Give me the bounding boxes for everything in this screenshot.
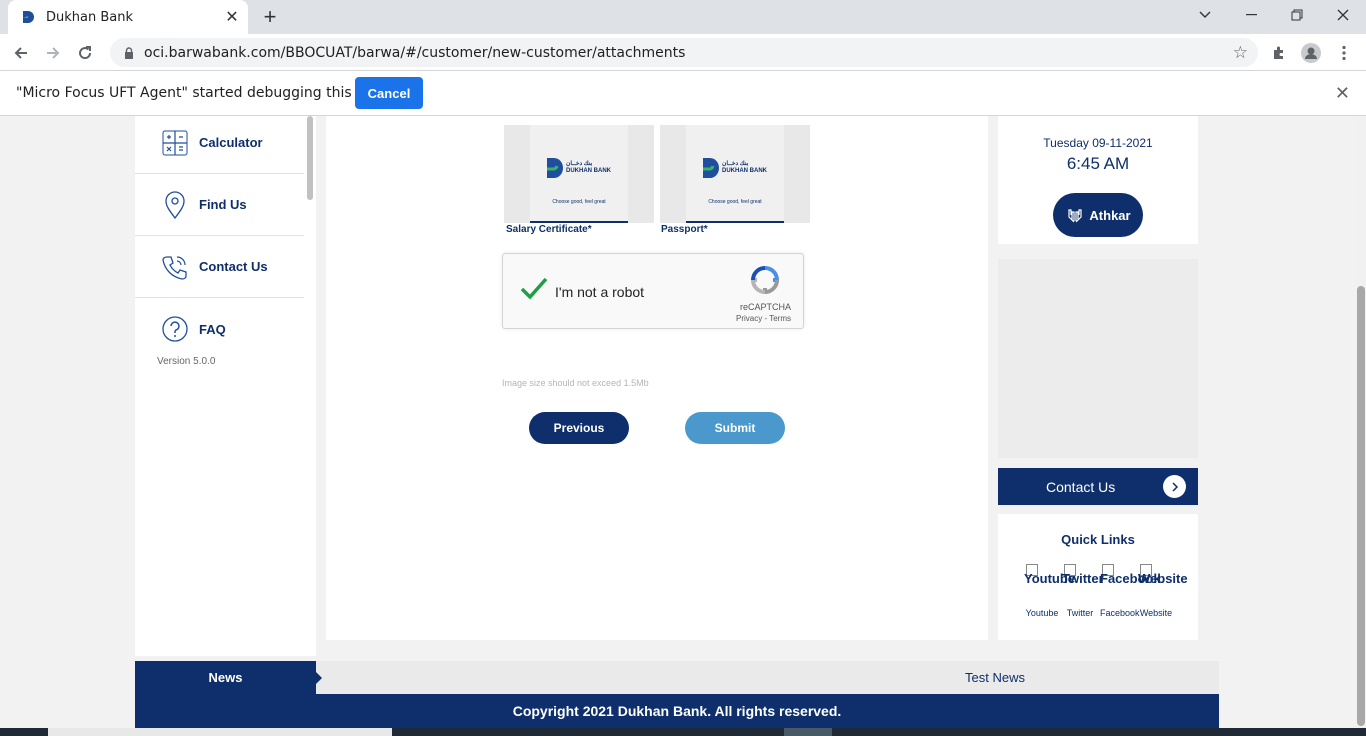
youtube-link[interactable]: Youtube Youtube (1024, 564, 1076, 618)
back-arrow-icon[interactable] (8, 40, 34, 66)
website-caption: Website (1139, 608, 1173, 618)
logo-text: بنك دخــان DUKHAN BANK (722, 161, 767, 174)
contact-us-button[interactable]: Contact Us (998, 468, 1198, 505)
tab-title: Dukhan Bank (46, 9, 134, 25)
image-size-hint: Image size should not exceed 1.5Mb (502, 378, 649, 388)
sidebar-item-contact-us[interactable]: Contact Us (135, 236, 304, 298)
youtube-alt-text: Youtube (1024, 571, 1076, 586)
terms-link[interactable]: Terms (769, 314, 791, 323)
banner-placeholder (998, 259, 1198, 458)
calculator-icon (161, 129, 189, 157)
sidebar-item-label: Find Us (199, 197, 247, 212)
date-time-card: Tuesday 09-11-2021 6:45 AM Athkar (998, 116, 1198, 244)
website-link[interactable]: Website Website (1138, 564, 1188, 618)
reload-icon[interactable] (72, 40, 98, 66)
sidebar-item-label: FAQ (199, 321, 226, 337)
dukhan-logo-icon (547, 158, 563, 178)
facebook-caption: Facebook (1100, 608, 1140, 618)
left-sidebar: Calculator Find Us Contact Us FAQ Versio… (135, 116, 316, 656)
recaptcha-links: Privacy - Terms (736, 314, 791, 323)
twitter-caption: Twitter (1066, 608, 1094, 618)
sidebar-item-faq[interactable]: FAQ (135, 298, 304, 360)
dukhan-logo-icon (703, 158, 719, 178)
passport-label: Passport* (661, 224, 708, 235)
infobar-message: "Micro Focus UFT Agent" started debuggin… (16, 85, 413, 101)
twitter-alt-text: Twitter (1062, 571, 1104, 586)
youtube-caption: Youtube (1025, 608, 1059, 618)
extensions-puzzle-icon[interactable] (1266, 40, 1292, 66)
logo-tagline: Choose good, feel great (708, 199, 762, 205)
salary-certificate-thumbnail[interactable]: بنك دخــان DUKHAN BANK Choose good, feel… (504, 125, 654, 223)
dukhan-favicon-icon (23, 11, 34, 23)
recaptcha-logo-icon (750, 266, 780, 295)
recaptcha-widget: I'm not a robot reCAPTCHA Privacy - Term… (502, 253, 804, 329)
sidebar-item-label: Contact Us (199, 259, 268, 274)
forward-arrow-icon[interactable] (40, 40, 66, 66)
taskbar-app-button[interactable] (784, 728, 832, 736)
quick-links-title: Quick Links (1061, 532, 1135, 547)
athkar-label: Athkar (1089, 207, 1131, 223)
tab-close-icon[interactable]: ✕ (222, 7, 242, 27)
browser-tab-bar: Dukhan Bank ✕ + (0, 0, 1366, 34)
twitter-link[interactable]: Twitter Twitter (1062, 564, 1104, 618)
lock-icon (122, 46, 136, 60)
question-icon (161, 315, 189, 343)
profile-avatar-icon[interactable] (1298, 40, 1324, 66)
submit-button[interactable]: Submit (685, 412, 785, 444)
infobar-cancel-button[interactable]: Cancel (355, 77, 423, 109)
app-version: Version 5.0.0 (157, 356, 216, 367)
praying-hands-icon (1068, 209, 1083, 223)
athkar-button[interactable]: Athkar (1053, 193, 1143, 237)
sidebar-item-calculator[interactable]: Calculator (135, 116, 304, 174)
restore-button[interactable] (1274, 0, 1320, 30)
minimize-button[interactable] (1228, 0, 1274, 30)
debugging-infobar: "Micro Focus UFT Agent" started debuggin… (0, 71, 1366, 116)
new-tab-button[interactable]: + (258, 4, 282, 29)
news-ticker: News Test News (135, 661, 1219, 694)
footer-copyright: Copyright 2021 Dukhan Bank. All rights r… (135, 694, 1219, 728)
document-preview: بنك دخــان DUKHAN BANK Choose good, feel… (530, 125, 628, 223)
privacy-link[interactable]: Privacy (736, 314, 762, 323)
logo-text: بنك دخــان DUKHAN BANK (566, 161, 611, 174)
bookmark-star-icon[interactable]: ☆ (1233, 43, 1248, 63)
tab-search-icon[interactable] (1182, 0, 1228, 30)
current-date: Tuesday 09-11-2021 (1043, 136, 1153, 150)
captcha-label: I'm not a robot (555, 284, 645, 300)
page-content: Calculator Find Us Contact Us FAQ Versio… (0, 116, 1356, 736)
logo-tagline: Choose good, feel great (552, 199, 606, 205)
website-alt-text: Website (1138, 571, 1188, 586)
attachments-panel: بنك دخــان DUKHAN BANK Choose good, feel… (326, 116, 988, 640)
facebook-link[interactable]: Facebook Facebook (1100, 564, 1161, 618)
contact-us-label: Contact Us (1046, 478, 1116, 495)
news-label: News (135, 661, 316, 694)
phone-icon (161, 253, 189, 281)
news-arrow-icon (316, 672, 322, 684)
menu-kebab-icon[interactable] (1331, 40, 1357, 66)
checkmark-icon[interactable] (519, 274, 549, 304)
close-window-button[interactable] (1320, 0, 1366, 30)
sidebar-item-label: Calculator (199, 135, 263, 150)
salary-certificate-label: Salary Certificate* (506, 224, 592, 235)
sidebar-item-find-us[interactable]: Find Us (135, 174, 304, 236)
document-preview: بنك دخــان DUKHAN BANK Choose good, feel… (686, 125, 784, 223)
os-taskbar (0, 728, 1366, 736)
page-scrollbar[interactable] (1356, 116, 1366, 736)
recaptcha-brand: reCAPTCHA (739, 302, 791, 312)
browser-toolbar: oci.barwabank.com/BBOCUAT/barwa/#/custom… (0, 34, 1366, 71)
browser-tab[interactable]: Dukhan Bank ✕ (8, 0, 248, 34)
previous-button[interactable]: Previous (529, 412, 629, 444)
news-ticker-text[interactable]: Test News (965, 670, 1025, 685)
current-time: 6:45 AM (1066, 154, 1130, 173)
taskbar-search-box[interactable] (48, 728, 392, 736)
location-pin-icon (161, 190, 189, 219)
address-bar[interactable]: oci.barwabank.com/BBOCUAT/barwa/#/custom… (110, 38, 1258, 67)
chevron-right-icon (1163, 475, 1186, 498)
page-scrollbar-thumb[interactable] (1357, 286, 1365, 726)
passport-thumbnail[interactable]: بنك دخــان DUKHAN BANK Choose good, feel… (660, 125, 810, 223)
infobar-close-icon[interactable]: ✕ (1335, 83, 1350, 104)
facebook-alt-text: Facebook (1100, 571, 1161, 586)
sidebar-scrollbar[interactable] (307, 116, 313, 200)
url-text: oci.barwabank.com/BBOCUAT/barwa/#/custom… (144, 44, 686, 61)
quick-links-card: Quick Links Youtube Youtube Twitter Twit… (998, 514, 1198, 640)
